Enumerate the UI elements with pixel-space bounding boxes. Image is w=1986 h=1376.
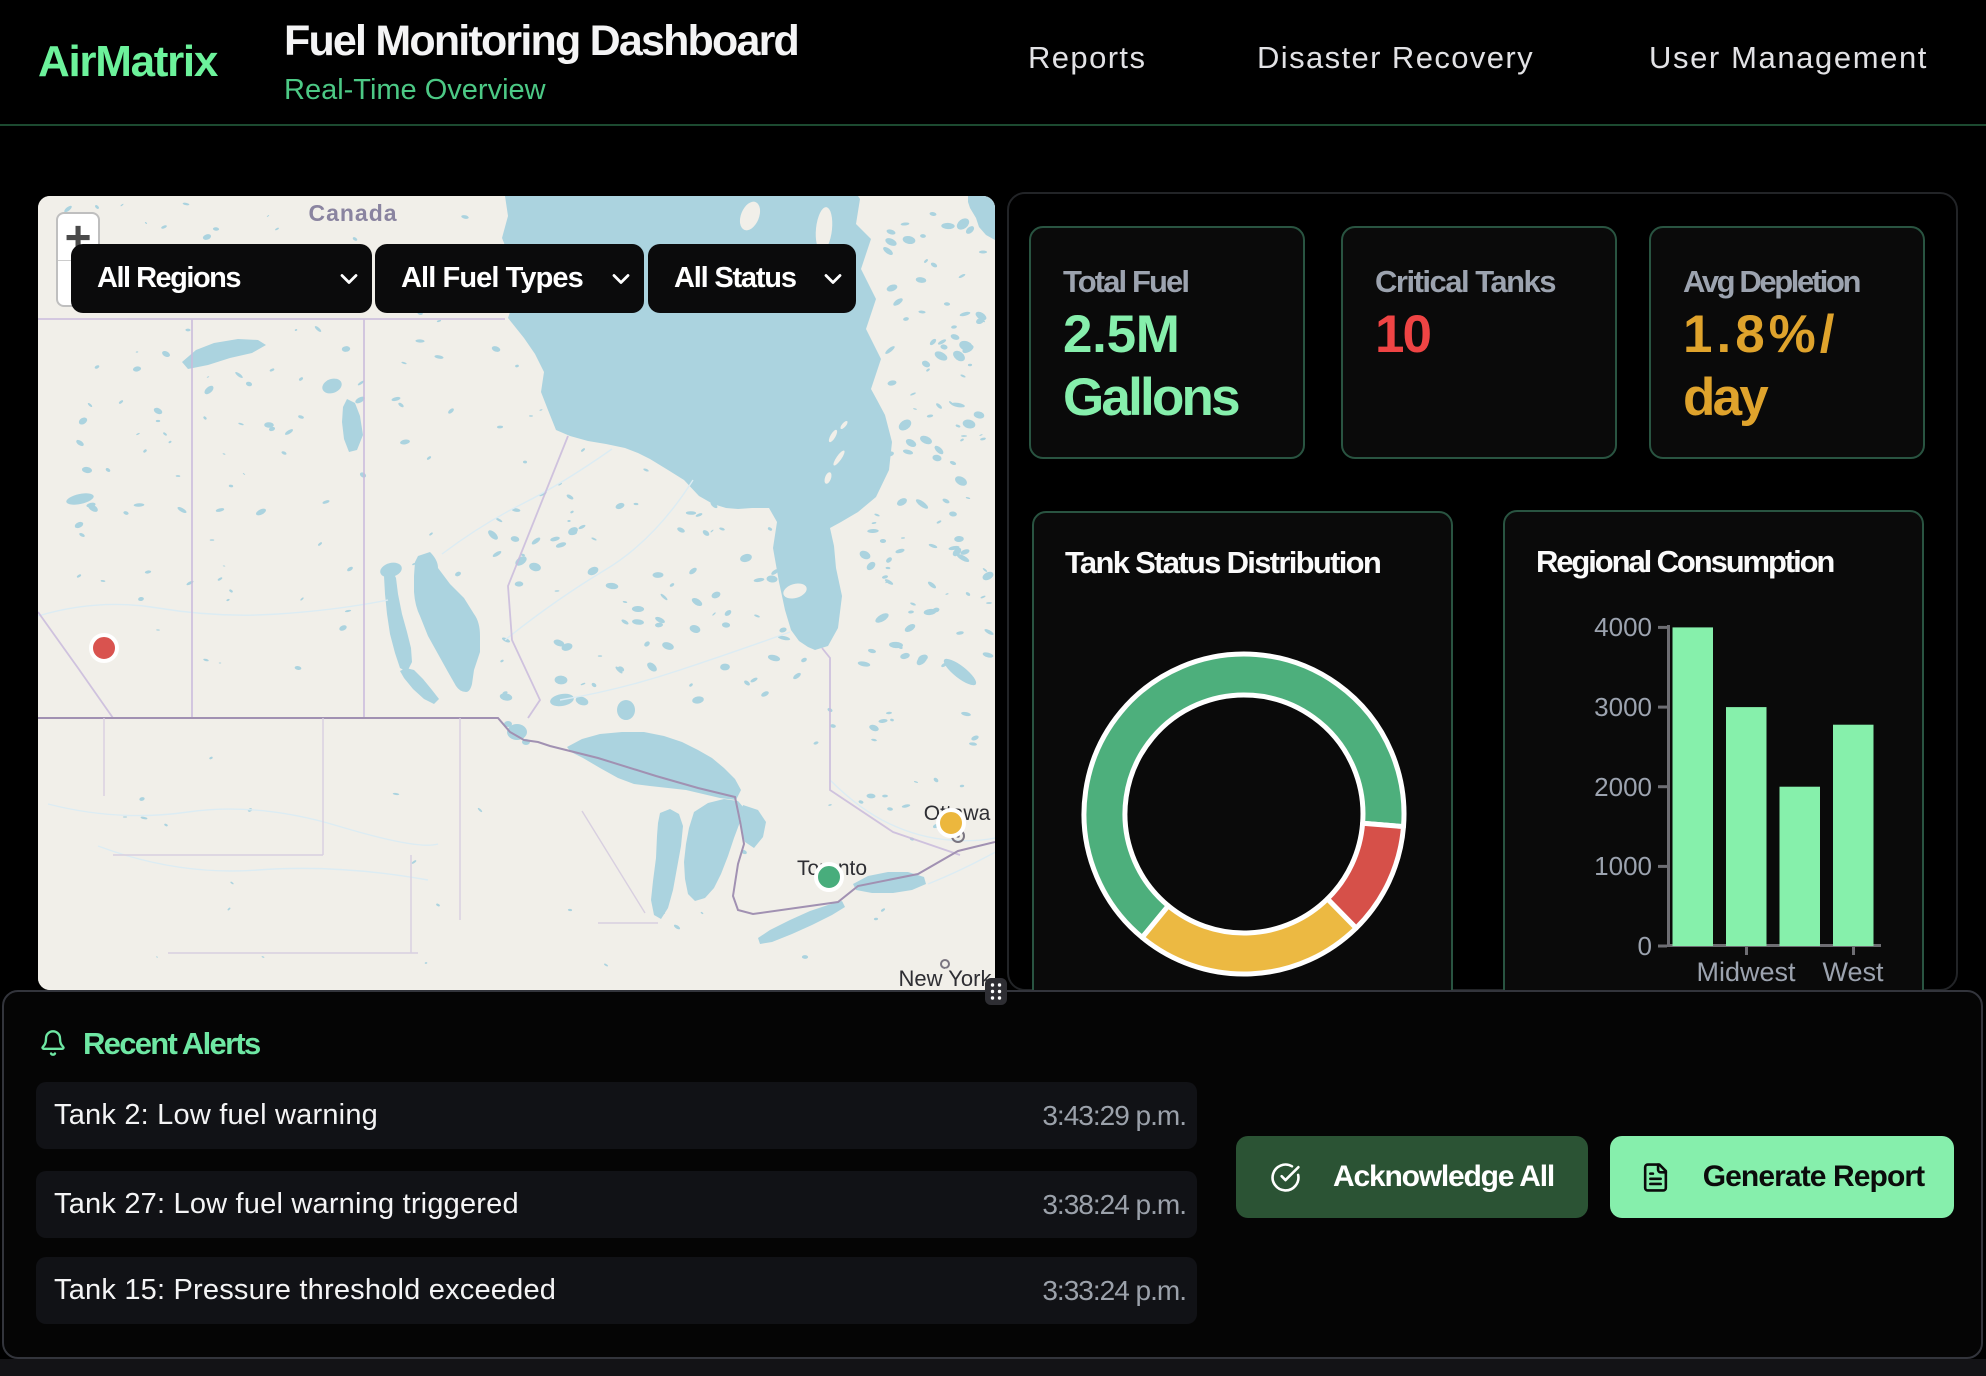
svg-text:West: West (1822, 957, 1884, 987)
svg-text:2000: 2000 (1594, 772, 1652, 802)
svg-text:3000: 3000 (1594, 692, 1652, 722)
svg-text:New York: New York (899, 966, 993, 990)
svg-text:4000: 4000 (1594, 612, 1652, 642)
svg-text:0: 0 (1638, 931, 1652, 961)
svg-text:1000: 1000 (1594, 851, 1652, 881)
svg-text:Midwest: Midwest (1696, 957, 1796, 987)
svg-text:Canada: Canada (308, 200, 397, 226)
